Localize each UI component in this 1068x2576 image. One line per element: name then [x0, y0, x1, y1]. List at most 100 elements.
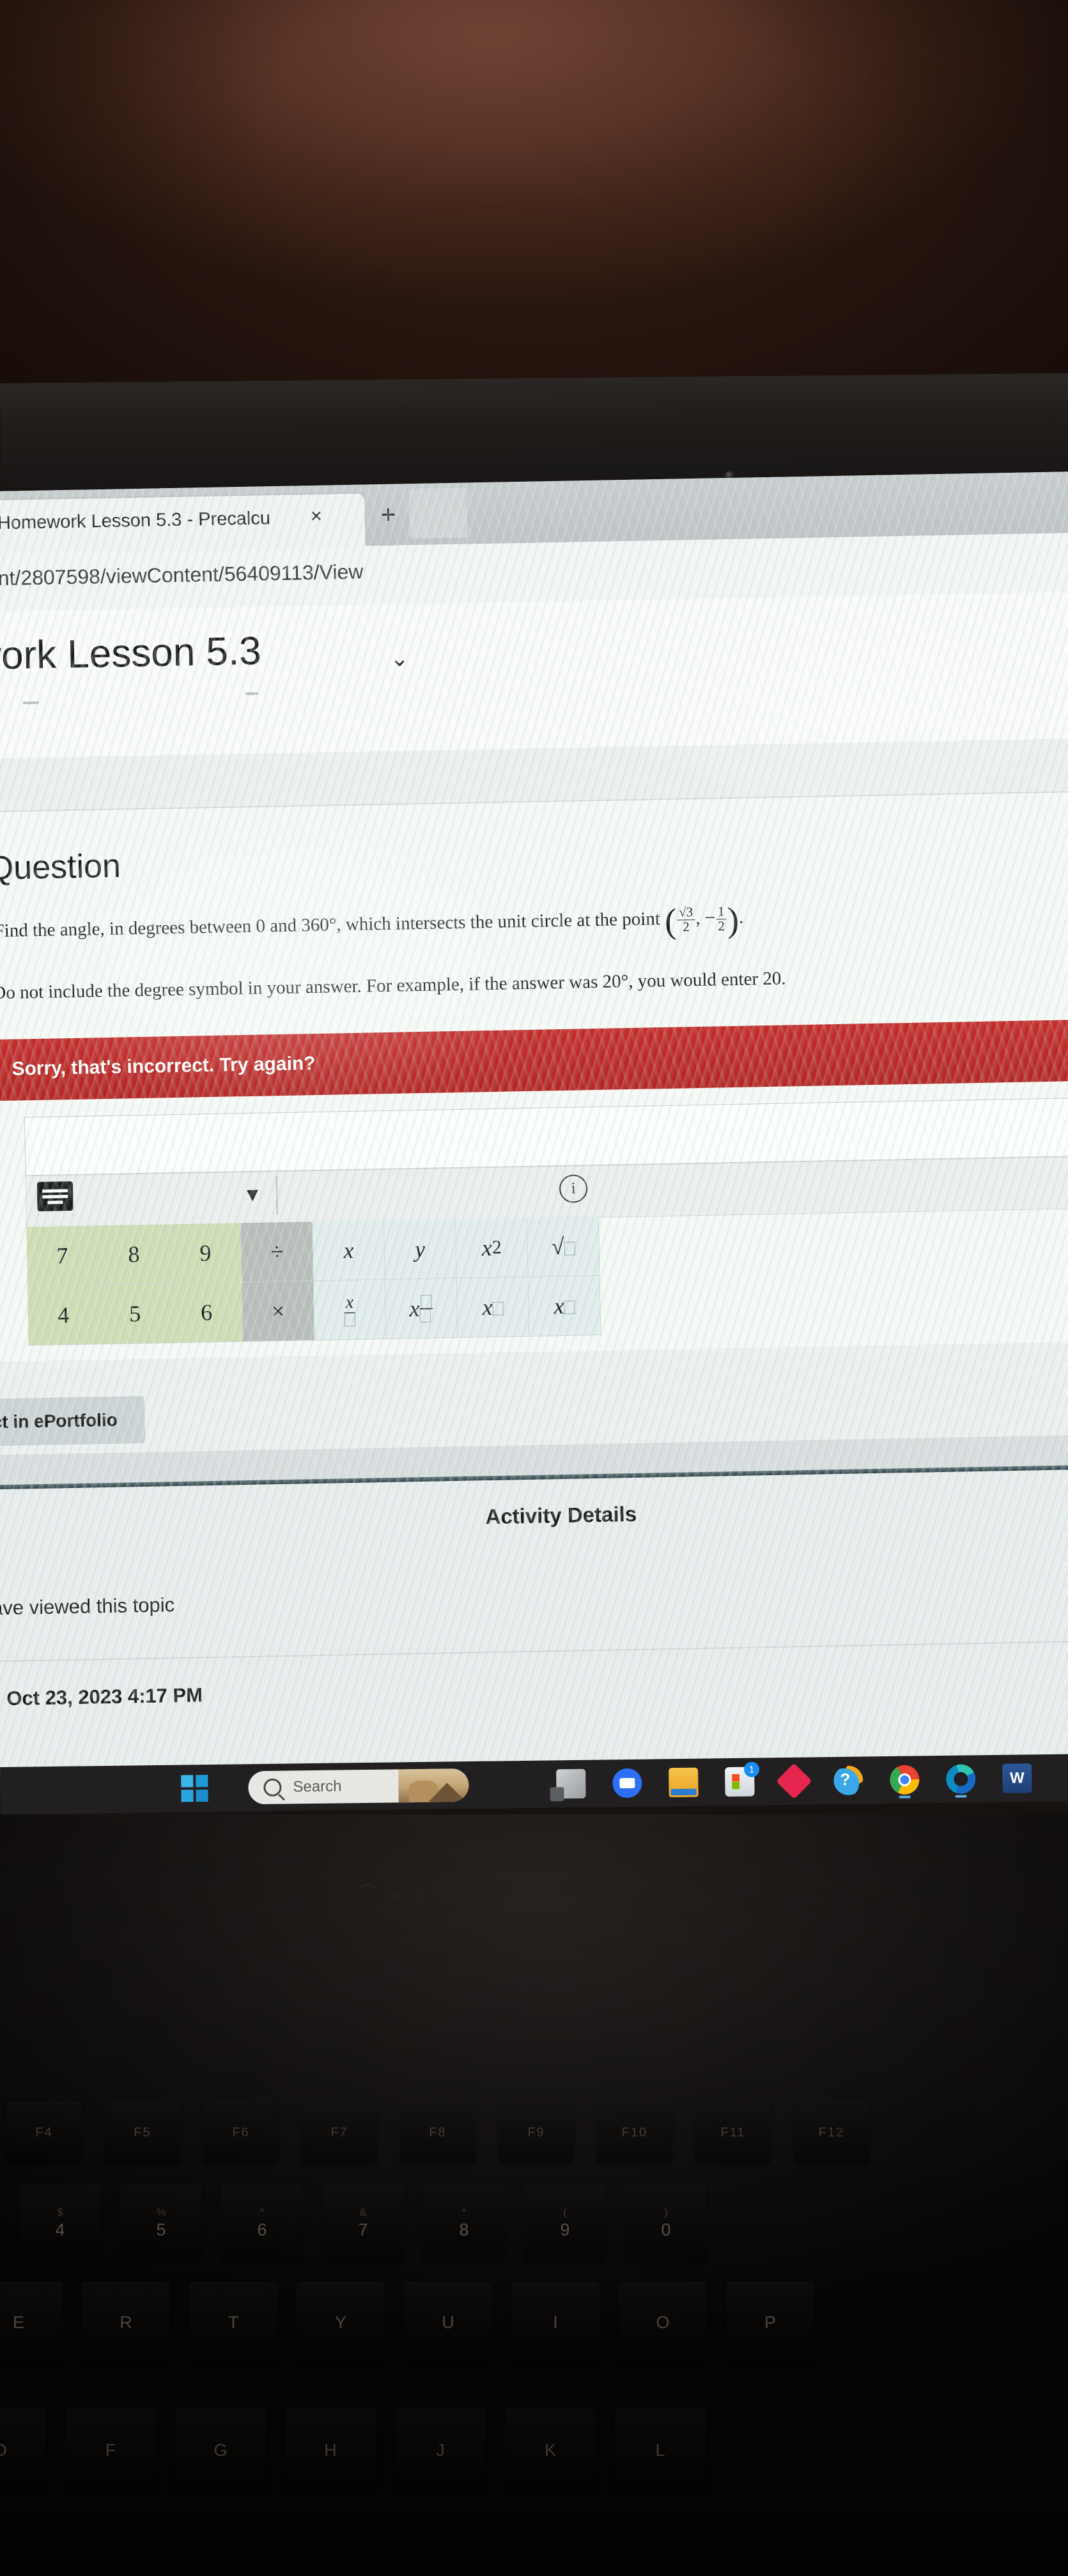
chevron-down-icon[interactable]: ▼ — [243, 1184, 262, 1207]
key-i[interactable]: I — [511, 2282, 600, 2363]
key-d[interactable]: D — [0, 2409, 46, 2492]
key-f9[interactable]: F9 — [499, 2102, 574, 2163]
key-u[interactable]: U — [404, 2282, 492, 2363]
keypad-key[interactable]: x — [528, 1275, 601, 1337]
new-tab-button[interactable]: + — [380, 501, 396, 529]
keypad-key[interactable]: 8 — [98, 1224, 171, 1285]
point-y-fraction: 12 — [715, 903, 727, 933]
keyboard-qwerty-row: ERT Y U I OP — [0, 2282, 814, 2363]
edge-icon[interactable] — [946, 1764, 976, 1798]
key-label: 7 — [358, 2220, 368, 2239]
keypad-key[interactable]: 9 — [169, 1223, 242, 1284]
key-label: H — [324, 2440, 337, 2460]
key-label: 6 — [257, 2220, 267, 2239]
keypad-key[interactable]: x — [456, 1276, 530, 1338]
key-6[interactable]: ^ 6 — [221, 2185, 303, 2260]
keypad-key[interactable]: √ — [527, 1216, 600, 1277]
key-label: 8 — [459, 2220, 469, 2239]
key-y[interactable]: Y — [297, 2282, 385, 2363]
search-input[interactable]: Search — [248, 1768, 469, 1805]
keyboard-number-row: $4% 5 ^ 6 & 7 * 8(9) 0 — [19, 2185, 707, 2260]
key-l[interactable]: L — [615, 2409, 706, 2492]
key-4[interactable]: $4 — [19, 2185, 101, 2260]
activity-visited-timestamp: ited Oct 23, 2023 4:17 PM — [0, 1683, 203, 1711]
keypad-key[interactable]: × — [242, 1281, 315, 1342]
laptop-screen: D Homework Lesson 5.3 - Precalcu × + ont… — [0, 471, 1068, 1776]
key-r[interactable]: R — [82, 2282, 170, 2363]
word-icon[interactable]: W — [1002, 1763, 1032, 1793]
key-e[interactable]: E — [0, 2282, 63, 2363]
keypad-key[interactable]: x2 — [455, 1217, 529, 1279]
key-f12[interactable]: F12 — [794, 2102, 869, 2163]
key-label: I — [553, 2312, 558, 2332]
key-label: F4 — [35, 2125, 53, 2140]
red-diamond-icon[interactable] — [776, 1763, 812, 1800]
key-label: Y — [334, 2312, 346, 2332]
keypad-key[interactable]: 4 — [27, 1285, 100, 1346]
key-8[interactable]: * 8 — [423, 2185, 505, 2260]
key-f8[interactable]: F8 — [400, 2102, 476, 2163]
key-o[interactable]: O — [619, 2282, 707, 2363]
keyboard-function-row: F4 F5 F6 F7 F8 F9 F10 F11 F12 — [6, 2102, 869, 2163]
keypad-key[interactable]: x — [313, 1280, 387, 1341]
key-f5[interactable]: F5 — [105, 2102, 180, 2163]
key-label: F9 — [527, 2125, 545, 2140]
keypad-key[interactable]: x — [313, 1220, 385, 1282]
file-explorer-icon[interactable] — [669, 1767, 699, 1798]
close-paren: ) — [727, 900, 739, 940]
close-icon[interactable]: × — [310, 505, 322, 527]
key-t[interactable]: T — [189, 2282, 277, 2363]
header-divider-left — [23, 701, 39, 705]
key-j[interactable]: J — [395, 2409, 486, 2492]
help-icon[interactable] — [833, 1765, 863, 1796]
zoom-icon[interactable] — [612, 1768, 642, 1798]
key-label: 0 — [661, 2220, 671, 2239]
deck-reflection-text: ⌒ ▫ ▫ ▫ — [358, 1884, 449, 1905]
key-f6[interactable]: F6 — [203, 2102, 279, 2163]
keypad-key[interactable]: x — [385, 1278, 458, 1340]
key-5[interactable]: % 5 — [120, 2185, 202, 2260]
degree-symbol-2: ° — [621, 971, 629, 992]
key-f11[interactable]: F11 — [695, 2102, 771, 2163]
key-f10[interactable]: F10 — [597, 2102, 672, 2163]
key-label: K — [544, 2440, 556, 2460]
keypad-key[interactable]: 7 — [26, 1225, 99, 1287]
point-comma: , — [695, 907, 706, 929]
key-label: F11 — [720, 2125, 746, 2140]
screenshot-root: D Homework Lesson 5.3 - Precalcu × + ont… — [0, 0, 1068, 2576]
microsoft-store-icon[interactable]: 1 — [725, 1761, 760, 1797]
key-0[interactable]: ) 0 — [625, 2185, 707, 2260]
math-keypad[interactable]: 7 8 9 ÷ x y x 2 √ 4 5 6 × x x x x — [26, 1216, 604, 1386]
windows-start-icon[interactable] — [181, 1775, 208, 1802]
key-shift-label: ) — [664, 2206, 668, 2218]
keyboard-icon[interactable] — [36, 1181, 74, 1212]
key-h[interactable]: H — [285, 2409, 376, 2492]
reflect-in-eportfolio-button[interactable]: eflect in ePortfolio — [0, 1395, 146, 1448]
key-label: G — [213, 2440, 228, 2460]
key-g[interactable]: G — [175, 2409, 266, 2492]
key-label: L — [655, 2440, 665, 2460]
key-f7[interactable]: F7 — [302, 2102, 377, 2163]
chrome-icon[interactable] — [890, 1765, 920, 1798]
keypad-key[interactable]: 5 — [98, 1284, 172, 1345]
chevron-down-icon[interactable]: ⌄ — [390, 645, 410, 672]
running-indicator — [899, 1795, 911, 1798]
task-view-icon[interactable] — [556, 1768, 586, 1799]
search-thumbnail-icon — [398, 1768, 469, 1803]
keypad-key[interactable]: 6 — [170, 1282, 244, 1344]
window-minimize-button[interactable] — [409, 487, 468, 539]
key-label: F12 — [818, 2125, 845, 2140]
key-f[interactable]: F — [65, 2409, 156, 2492]
key-7[interactable]: & 7 — [322, 2185, 404, 2260]
key-label: D — [0, 2440, 7, 2460]
search-placeholder: Search — [293, 1777, 342, 1796]
key-k[interactable]: K — [505, 2409, 596, 2492]
key-9[interactable]: (9 — [524, 2185, 606, 2260]
key-shift-label: $ — [57, 2206, 63, 2218]
open-paren: ( — [664, 901, 677, 941]
keypad-key[interactable]: y — [384, 1219, 457, 1280]
question-text-part-a: Find the angle, in degrees between 0 and… — [0, 914, 330, 942]
key-f4[interactable]: F4 — [6, 2102, 82, 2163]
keypad-key[interactable]: ÷ — [241, 1222, 314, 1283]
key-p[interactable]: P — [726, 2282, 814, 2363]
